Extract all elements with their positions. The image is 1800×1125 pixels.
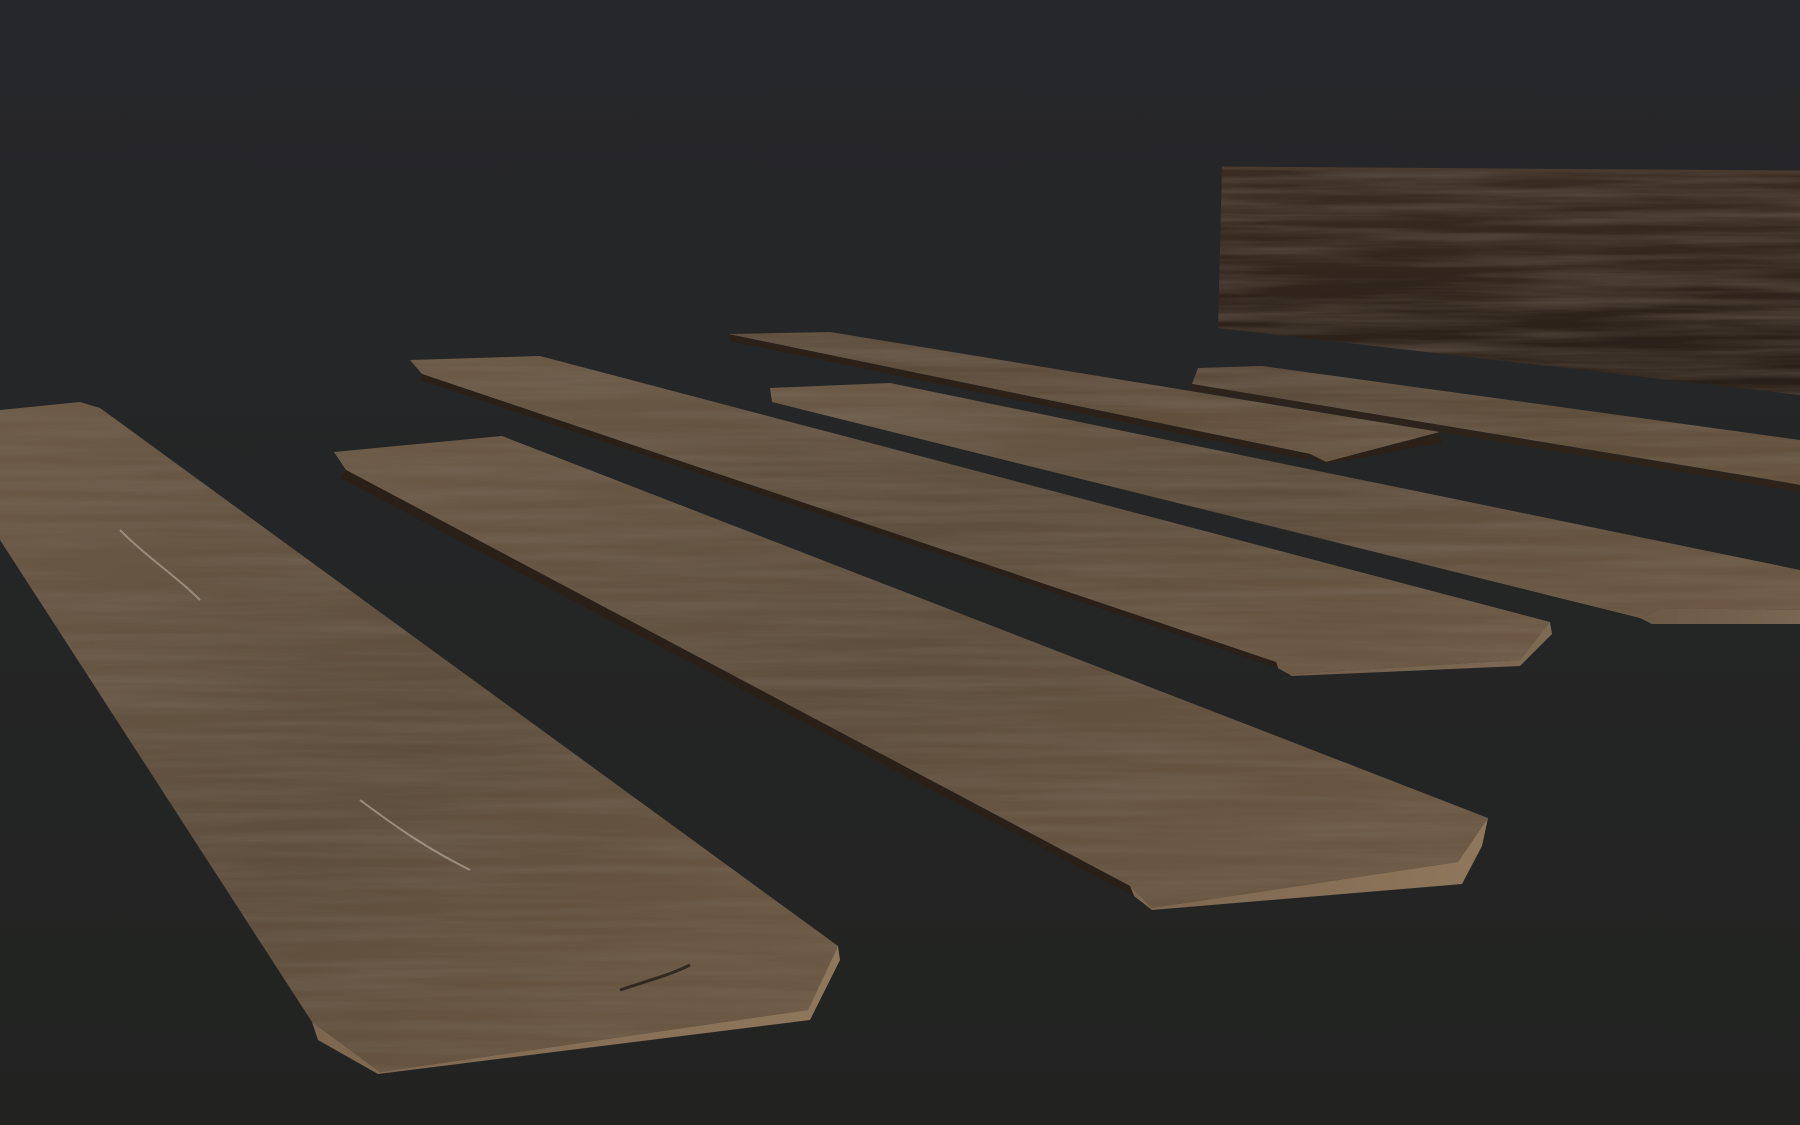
3d-render-viewport: [0, 0, 1800, 1125]
wood-planks-render: [0, 0, 1800, 1125]
